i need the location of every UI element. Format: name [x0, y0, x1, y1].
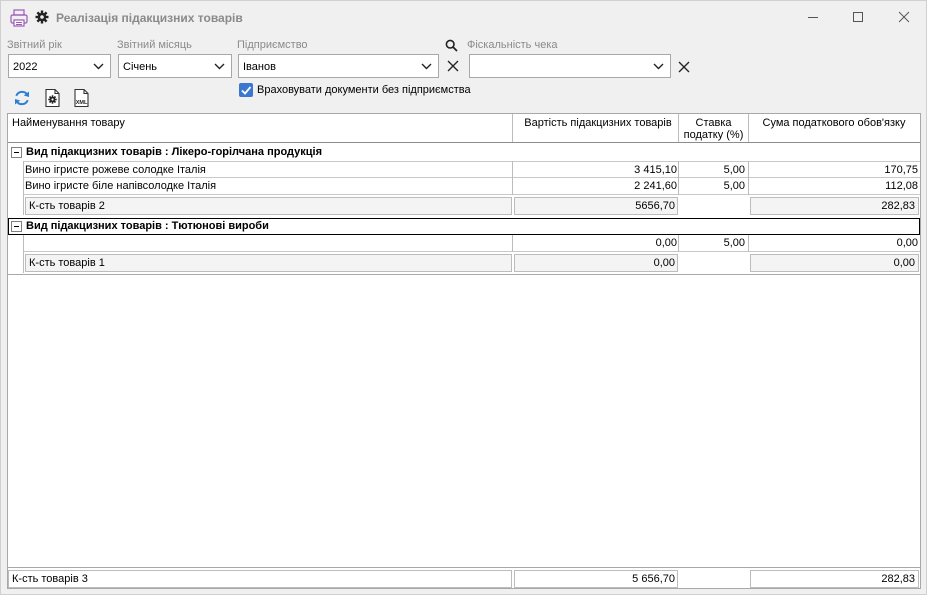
product-cost: 0,00: [655, 237, 677, 249]
fiscal-select[interactable]: [469, 54, 671, 78]
month-value: Січень: [123, 61, 158, 73]
group-summary-cost: 5656,70: [635, 200, 675, 212]
group-row[interactable]: Вид підакцизних товарів : Лікеро-горілча…: [8, 144, 920, 161]
product-tax: 170,75: [884, 164, 918, 176]
svg-text:XML: XML: [76, 100, 88, 106]
column-divider: [748, 235, 749, 252]
column-header-cost[interactable]: Вартість підакцизних товарів: [518, 117, 678, 145]
group-indent-line: [23, 161, 24, 215]
product-cost: 3 415,10: [634, 164, 677, 176]
group-summary-label: К-сть товарів 2: [29, 200, 105, 212]
group-summary-label-cell: К-сть товарів 1: [25, 254, 512, 272]
search-icon[interactable]: [445, 39, 458, 52]
product-name: Вино ігристе рожеве солодке Італія: [25, 164, 206, 176]
checkmark-icon: [241, 86, 252, 95]
window-title: Реалізація підакцизних товарів: [56, 11, 243, 25]
clear-fiscal-icon[interactable]: [677, 60, 691, 74]
group-summary-tax: 282,83: [881, 200, 915, 212]
grid-header: Найменування товару Вартість підакцизних…: [8, 114, 920, 143]
grid-footer: К-сть товарів 3 5 656,70 282,83: [8, 567, 920, 588]
month-label: Звітний місяць: [117, 39, 192, 51]
company-label: Підприємство: [237, 39, 308, 51]
fiscal-label: Фіскальність чека: [467, 39, 558, 51]
group-summary-label: К-сть товарів 1: [29, 257, 105, 269]
chevron-down-icon: [93, 63, 104, 70]
report-grid: Найменування товару Вартість підакцизних…: [7, 113, 921, 589]
collapse-toggle-icon[interactable]: [11, 221, 22, 232]
group-summary-cost: 0,00: [653, 257, 675, 269]
product-rate: 5,00: [723, 237, 745, 249]
group-summary-tax: 0,00: [893, 257, 915, 269]
maximize-icon[interactable]: [848, 7, 868, 27]
title-bar: Реалізація підакцизних товарів: [1, 1, 926, 34]
column-divider: [678, 235, 679, 252]
printer-icon: [10, 9, 28, 27]
footer-label-cell: К-сть товарів 3: [8, 570, 512, 588]
clear-company-icon[interactable]: [446, 59, 460, 73]
footer-cost-cell: 5 656,70: [514, 570, 678, 588]
column-header-name[interactable]: Найменування товару: [12, 117, 125, 145]
group-row[interactable]: Вид підакцизних товарів : Тютюнові вироб…: [8, 218, 920, 235]
column-divider: [678, 161, 679, 195]
minimize-icon[interactable]: [803, 7, 823, 27]
footer-tax-total: 282,83: [881, 573, 915, 585]
company-select[interactable]: Іванов: [238, 54, 439, 78]
group-title: Вид підакцизних товарів : Тютюнові вироб…: [26, 220, 269, 232]
product-tax: 0,00: [896, 237, 918, 249]
year-select[interactable]: 2022: [8, 54, 111, 78]
header-divider: [678, 114, 679, 142]
group-indent-line: [23, 235, 24, 273]
product-rate: 5,00: [723, 180, 745, 192]
group-summary-label-cell: К-сть товарів 2: [25, 197, 512, 215]
data-area-divider: [8, 274, 920, 275]
month-select[interactable]: Січень: [118, 54, 232, 78]
settings-document-icon[interactable]: [43, 88, 63, 108]
column-divider: [512, 235, 513, 252]
product-name: Вино ігристе біле напівсолодке Італія: [25, 180, 217, 192]
year-label: Звітний рік: [7, 39, 62, 51]
column-header-rate-line2: податку (%): [683, 129, 744, 141]
chevron-down-icon: [214, 63, 225, 70]
group-summary-cost-cell: 5656,70: [514, 197, 678, 215]
product-tax: 112,08: [885, 180, 918, 192]
xml-export-icon[interactable]: XML: [72, 88, 92, 108]
table-row[interactable]: Вино ігристе біле напівсолодке Італія 2 …: [23, 178, 920, 195]
close-icon[interactable]: [894, 7, 914, 27]
report-window: Реалізація підакцизних товарів Звітний р…: [0, 0, 927, 595]
header-divider: [748, 114, 749, 142]
column-divider: [512, 161, 513, 195]
table-row[interactable]: 0,00 5,00 0,00: [23, 235, 920, 252]
column-header-tax[interactable]: Сума податкового обов'язку: [749, 117, 919, 145]
column-header-rate[interactable]: Ставка податку (%): [679, 117, 748, 145]
refresh-icon[interactable]: [12, 88, 32, 108]
include-without-company-checkbox[interactable]: [239, 83, 253, 97]
gear-icon[interactable]: [35, 10, 49, 24]
group-summary-tax-cell: 0,00: [750, 254, 919, 272]
include-without-company-label[interactable]: Враховувати документи без підприємства: [257, 84, 471, 96]
column-header-rate-line1: Ставка: [695, 117, 732, 129]
chevron-down-icon: [653, 63, 664, 70]
table-row[interactable]: Вино ігристе рожеве солодке Італія 3 415…: [23, 161, 920, 178]
company-value: Іванов: [243, 61, 276, 73]
group-summary-tax-cell: 282,83: [750, 197, 919, 215]
collapse-toggle-icon[interactable]: [11, 147, 22, 158]
footer-cost-total: 5 656,70: [632, 573, 675, 585]
group-title: Вид підакцизних товарів : Лікеро-горілча…: [26, 146, 323, 158]
chevron-down-icon: [421, 63, 432, 70]
footer-count-label: К-сть товарів 3: [12, 573, 88, 585]
footer-tax-cell: 282,83: [750, 570, 919, 588]
column-divider: [748, 161, 749, 195]
header-divider: [512, 114, 513, 142]
product-cost: 2 241,60: [634, 180, 677, 192]
group-summary-cost-cell: 0,00: [514, 254, 678, 272]
year-value: 2022: [13, 61, 38, 73]
product-rate: 5,00: [723, 164, 745, 176]
